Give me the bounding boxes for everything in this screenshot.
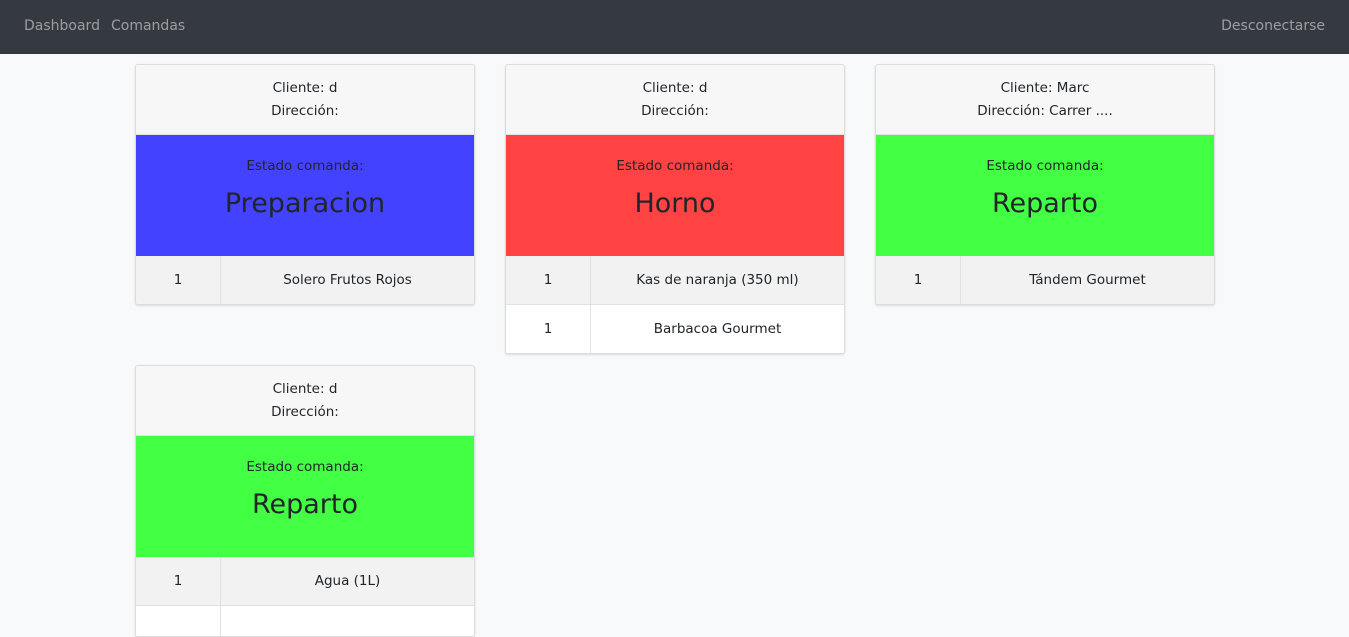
logout-link[interactable]: Desconectarse bbox=[1221, 16, 1325, 36]
order-status-label: Estado comanda: bbox=[246, 459, 364, 475]
order-status-block: Estado comanda: Reparto bbox=[136, 436, 474, 557]
order-status-block: Estado comanda: Reparto bbox=[876, 135, 1214, 256]
top-navbar: Dashboard Comandas Desconectarse bbox=[0, 0, 1349, 54]
order-card[interactable]: Cliente: d Dirección: Estado comanda: Pr… bbox=[135, 64, 475, 305]
order-status-block: Estado comanda: Horno bbox=[506, 135, 844, 256]
customer-address: Dirección: bbox=[271, 404, 339, 420]
order-card-header: Cliente: d Dirección: bbox=[136, 65, 474, 135]
order-status-value: Reparto bbox=[991, 188, 1099, 219]
customer-name: Cliente: Marc bbox=[1000, 80, 1090, 96]
item-name: Barbacoa Gourmet bbox=[653, 321, 782, 337]
item-quantity: 1 bbox=[136, 256, 221, 304]
order-item-row: 1 Tándem Gourmet bbox=[876, 256, 1214, 304]
item-quantity: 1 bbox=[136, 557, 221, 605]
item-quantity: 1 bbox=[506, 256, 591, 304]
order-status-block: Estado comanda: Preparacion bbox=[136, 135, 474, 256]
order-status-value: Preparacion bbox=[224, 188, 386, 219]
order-item-row: 1 Kas de naranja (350 ml) bbox=[506, 256, 844, 304]
customer-name: Cliente: d bbox=[272, 381, 338, 397]
order-item-row: 1 Barbacoa Gourmet bbox=[506, 304, 844, 353]
item-name: Tándem Gourmet bbox=[1029, 272, 1146, 288]
customer-address: Dirección: bbox=[641, 103, 709, 119]
item-quantity bbox=[136, 606, 221, 636]
order-card-header: Cliente: d Dirección: bbox=[136, 366, 474, 436]
item-name bbox=[221, 606, 474, 636]
order-status-label: Estado comanda: bbox=[246, 158, 364, 174]
order-card-header: Cliente: d Dirección: bbox=[506, 65, 844, 135]
item-name: Kas de naranja (350 ml) bbox=[636, 272, 799, 288]
order-item-row: 1 Solero Frutos Rojos bbox=[136, 256, 474, 304]
customer-address: Dirección: bbox=[271, 103, 339, 119]
nav-link-dashboard[interactable]: Dashboard bbox=[24, 16, 100, 36]
order-item-row: 1 Agua (1L) bbox=[136, 557, 474, 605]
order-card[interactable]: Cliente: d Dirección: Estado comanda: Re… bbox=[135, 365, 475, 637]
order-item-row bbox=[136, 605, 474, 636]
customer-name: Cliente: d bbox=[272, 80, 338, 96]
customer-name: Cliente: d bbox=[642, 80, 708, 96]
item-quantity: 1 bbox=[506, 305, 591, 353]
order-status-label: Estado comanda: bbox=[616, 158, 734, 174]
nav-link-comandas[interactable]: Comandas bbox=[111, 16, 185, 36]
item-name: Agua (1L) bbox=[314, 573, 381, 589]
customer-address: Dirección: Carrer .... bbox=[977, 103, 1113, 119]
order-card-header: Cliente: Marc Dirección: Carrer .... bbox=[876, 65, 1214, 135]
order-card[interactable]: Cliente: Marc Dirección: Carrer .... Est… bbox=[875, 64, 1215, 305]
order-status-label: Estado comanda: bbox=[986, 158, 1104, 174]
order-card[interactable]: Cliente: d Dirección: Estado comanda: Ho… bbox=[505, 64, 845, 354]
order-status-value: Horno bbox=[634, 188, 716, 219]
item-name: Solero Frutos Rojos bbox=[283, 272, 412, 288]
order-status-value: Reparto bbox=[251, 489, 359, 520]
item-quantity: 1 bbox=[876, 256, 961, 304]
